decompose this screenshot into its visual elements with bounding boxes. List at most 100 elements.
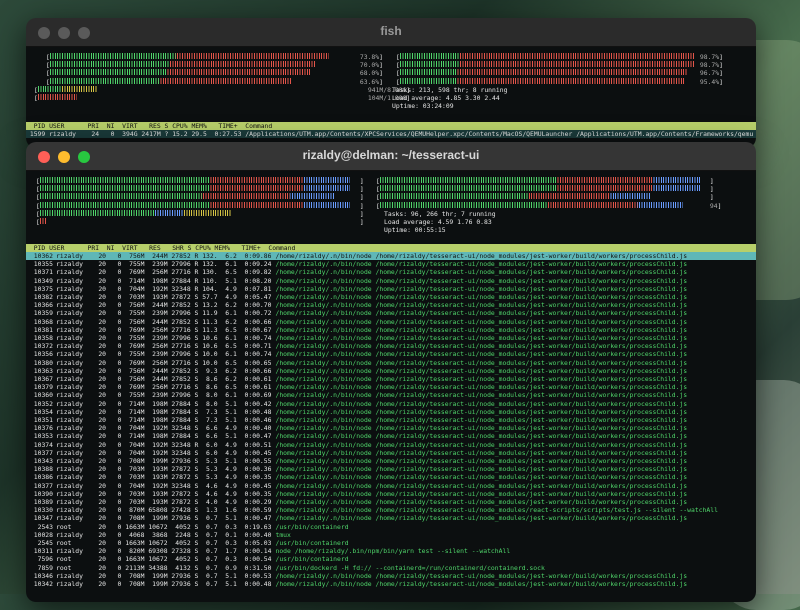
bracket: ] bbox=[379, 77, 383, 86]
process-command: /home/rizaldy/.n/bin/node /home/rizaldy/… bbox=[275, 473, 688, 482]
cpu-meter: [70.0%] bbox=[46, 61, 383, 69]
process-command: /home/rizaldy/.n/bin/node /home/rizaldy/… bbox=[275, 457, 688, 465]
process-row[interactable]: 10362 rizaldy 20 0 756M 244M 27852 R 132.… bbox=[26, 252, 756, 261]
process-stats: rizaldy 20 0 755M 239M 27996 R 132. 6.1 … bbox=[56, 260, 272, 269]
bracket: ] bbox=[359, 193, 364, 202]
process-row[interactable]: 10389 rizaldy 20 0 703M 193M 27872 S 4.0 … bbox=[26, 498, 756, 506]
process-pid: 10363 bbox=[33, 366, 53, 375]
process-command: /home/rizaldy/.n/bin/node /home/rizaldy/… bbox=[275, 506, 718, 515]
process-row[interactable]: 10354 rizaldy 20 0 714M 198M 27884 S 7.3 … bbox=[26, 408, 756, 416]
process-row[interactable]: 10358 rizaldy 20 0 755M 239M 27996 S 10.6… bbox=[26, 334, 756, 342]
htop-tasks: Tasks: 96, 266 thr; 7 running bbox=[384, 210, 496, 218]
meter-fill bbox=[37, 86, 98, 92]
process-stats: rizaldy 20 0 714M 198M 27884 S 6.6 5.1 0… bbox=[56, 432, 272, 441]
meter-value: 98.7% bbox=[699, 61, 720, 70]
process-row[interactable]: 10351 rizaldy 20 0 714M 198M 27884 S 7.3 … bbox=[26, 416, 756, 424]
cpu-meter: [] bbox=[376, 193, 714, 201]
meter-value: 95.4% bbox=[699, 77, 720, 86]
process-row[interactable]: 10367 rizaldy 20 0 756M 244M 27852 S 8.6 … bbox=[26, 375, 756, 383]
process-row[interactable]: 10028 rizaldy 20 0 4068 3868 2248 S 0.7 0… bbox=[26, 531, 756, 539]
process-row[interactable]: 10376 rizaldy 20 0 704M 192M 32348 S 6.6 … bbox=[26, 424, 756, 432]
meter-bar bbox=[39, 177, 360, 183]
bracket: ] bbox=[719, 53, 723, 61]
meter-fill bbox=[49, 69, 311, 76]
process-pid: 10355 bbox=[33, 260, 53, 269]
process-pid: 10382 bbox=[33, 293, 53, 301]
process-stats: rizaldy 20 0 756M 244M 27852 R 132. 6.2 … bbox=[56, 252, 272, 260]
process-row[interactable]: 10381 rizaldy 20 0 769M 256M 27716 S 11.3… bbox=[26, 326, 756, 334]
tesseract-titlebar[interactable]: rizaldy@delman: ~/tesseract-ui bbox=[26, 142, 756, 171]
htop-output[interactable]: [][][][][][][][][][94] Tasks: 96, 266 thr… bbox=[26, 171, 756, 602]
process-row[interactable]: 10380 rizaldy 20 0 769M 256M 27716 S 10.0… bbox=[26, 359, 756, 367]
process-command: tmux bbox=[275, 530, 291, 539]
process-stats: rizaldy 20 0 708M 199M 27936 S 0.7 5.1 0… bbox=[56, 514, 272, 523]
cpu-meter: [] bbox=[376, 185, 714, 193]
bracket: ] bbox=[719, 61, 723, 70]
process-row[interactable]: 7859 root 20 0 2113M 34388 4132 S 0.7 0.9… bbox=[26, 564, 756, 572]
process-row[interactable]: 10386 rizaldy 20 0 703M 193M 27872 S 5.3 … bbox=[26, 473, 756, 481]
process-row[interactable]: 10355 rizaldy 20 0 755M 239M 27996 R 132.… bbox=[26, 260, 756, 268]
process-row[interactable]: 10360 rizaldy 20 0 755M 239M 27996 S 8.0 … bbox=[26, 391, 756, 399]
bracket: ] bbox=[379, 69, 383, 78]
meter-value: 63.6% bbox=[359, 77, 380, 86]
process-row[interactable]: 10377 rizaldy 20 0 704M 192M 32348 S 4.6 … bbox=[26, 482, 756, 490]
process-command: /home/rizaldy/.n/bin/node /home/rizaldy/… bbox=[275, 498, 688, 506]
process-stats: rizaldy 20 0 714M 198M 27884 R 110. 5.1 … bbox=[56, 276, 272, 285]
process-command: /home/rizaldy/.n/bin/node /home/rizaldy/… bbox=[275, 391, 688, 400]
fish-terminal-window[interactable]: fish [73.8%][70.0%][68.0%][63.6%] [98.7%]… bbox=[26, 18, 756, 148]
process-row[interactable]: 10349 rizaldy 20 0 714M 198M 27884 R 110.… bbox=[26, 277, 756, 285]
process-command: /home/rizaldy/.n/bin/node /home/rizaldy/… bbox=[275, 514, 688, 523]
process-row[interactable]: 10353 rizaldy 20 0 714M 198M 27884 S 6.6 … bbox=[26, 432, 756, 440]
process-row[interactable]: 10388 rizaldy 20 0 703M 193M 27872 S 5.3 … bbox=[26, 465, 756, 473]
cpu-meter: [] bbox=[376, 177, 714, 185]
process-table-header: PID USER PRI NI VIRT RES SHR S CPU% MEM%… bbox=[26, 244, 756, 253]
process-pid: 10358 bbox=[33, 334, 53, 342]
fish-titlebar[interactable]: fish bbox=[26, 18, 756, 47]
process-row[interactable]: 10374 rizaldy 20 0 704M 192M 32348 R 6.0 … bbox=[26, 441, 756, 449]
process-row[interactable]: 10371 rizaldy 20 0 769M 256M 27716 R 130.… bbox=[26, 268, 756, 276]
process-command: /home/rizaldy/.n/bin/node /home/rizaldy/… bbox=[275, 440, 688, 449]
process-stats: root 20 0 1663M 10672 4052 S 0.7 0.3 0:0… bbox=[56, 539, 272, 547]
process-row[interactable]: 10366 rizaldy 20 0 756M 244M 27852 S 13.2… bbox=[26, 301, 756, 309]
process-row[interactable]: 10363 rizaldy 20 0 756M 244M 27852 S 9.3 … bbox=[26, 367, 756, 375]
process-row[interactable]: 10311 rizaldy 20 0 820M 69308 27328 S 0.7… bbox=[26, 547, 756, 555]
process-row[interactable]: 10343 rizaldy 20 0 708M 199M 27936 S 5.3 … bbox=[26, 457, 756, 465]
process-command: /home/rizaldy/.n/bin/node /home/rizaldy/… bbox=[275, 416, 688, 424]
process-row[interactable]: 10390 rizaldy 20 0 703M 193M 27872 S 4.6 … bbox=[26, 490, 756, 498]
process-row[interactable]: 10379 rizaldy 20 0 769M 256M 27716 S 8.6 … bbox=[26, 383, 756, 391]
process-stats: rizaldy 20 0 708M 199M 27936 S 0.7 5.1 0… bbox=[56, 571, 272, 580]
bracket: ] bbox=[359, 177, 364, 185]
process-row[interactable]: 2545 root 20 0 1663M 10672 4052 S 0.7 0.3… bbox=[26, 539, 756, 547]
process-command: /home/rizaldy/.n/bin/node /home/rizaldy/… bbox=[275, 276, 688, 285]
process-stats: rizaldy 20 0 703M 193M 27872 S 4.6 4.9 0… bbox=[56, 489, 272, 498]
process-stats: rizaldy 20 0 769M 256M 27716 S 10.0 6.5 … bbox=[56, 358, 272, 367]
meter-fill bbox=[399, 53, 694, 59]
process-command: /home/rizaldy/.n/bin/node /home/rizaldy/… bbox=[275, 268, 688, 277]
process-row[interactable]: 10382 rizaldy 20 0 703M 193M 27872 S 57.7… bbox=[26, 293, 756, 301]
process-row[interactable]: 10375 rizaldy 20 0 704M 192M 32348 R 104.… bbox=[26, 285, 756, 293]
process-row[interactable]: 10347 rizaldy 20 0 708M 199M 27936 S 0.7 … bbox=[26, 514, 756, 522]
meter-fill bbox=[379, 177, 700, 183]
meter-fill bbox=[379, 185, 700, 192]
tesseract-terminal-window[interactable]: rizaldy@delman: ~/tesseract-ui [][][][][… bbox=[26, 142, 756, 602]
process-row[interactable]: 2543 root 20 0 1663M 10672 4052 S 0.7 0.3… bbox=[26, 523, 756, 531]
process-row[interactable]: 10359 rizaldy 20 0 755M 239M 27996 S 11.9… bbox=[26, 309, 756, 317]
process-row[interactable]: 10342 rizaldy 20 0 708M 199M 27936 S 0.7 … bbox=[26, 580, 756, 588]
process-row[interactable]: 7596 root 20 0 1663M 10672 4052 S 0.7 0.3… bbox=[26, 555, 756, 563]
htop-output[interactable]: [73.8%][70.0%][68.0%][63.6%] [98.7%][98.7… bbox=[26, 47, 756, 148]
process-pid: 10359 bbox=[33, 309, 53, 318]
process-row[interactable]: 10352 rizaldy 20 0 714M 198M 27884 S 8.0 … bbox=[26, 400, 756, 408]
process-stats: rizaldy 20 0 714M 198M 27884 S 7.3 5.1 0… bbox=[56, 416, 272, 424]
process-row[interactable]: 10346 rizaldy 20 0 708M 199M 27936 S 0.7 … bbox=[26, 572, 756, 580]
process-row[interactable]: 10356 rizaldy 20 0 755M 239M 27996 S 10.0… bbox=[26, 350, 756, 358]
process-row[interactable]: 10372 rizaldy 20 0 769M 256M 27716 S 10.6… bbox=[26, 342, 756, 350]
meter-bar bbox=[399, 69, 700, 76]
process-row[interactable]: 10368 rizaldy 20 0 756M 244M 27852 S 11.3… bbox=[26, 318, 756, 326]
cpu-meter: [] bbox=[36, 218, 364, 226]
process-row[interactable]: 10330 rizaldy 20 0 870M 65808 27428 S 1.3… bbox=[26, 506, 756, 514]
cpu-meter: [95.4%] bbox=[396, 77, 723, 86]
process-stats: rizaldy 20 0 756M 244M 27852 S 13.2 6.2 … bbox=[56, 301, 272, 310]
process-row[interactable]: 1599 rizaldy 24 0 394G 2417M ? 15.2 29.5… bbox=[26, 130, 756, 139]
process-command: /usr/bin/dockerd -H fd:// --containerd=/… bbox=[275, 563, 545, 572]
process-row[interactable]: 10377 rizaldy 20 0 704M 192M 32348 S 6.0 … bbox=[26, 449, 756, 457]
